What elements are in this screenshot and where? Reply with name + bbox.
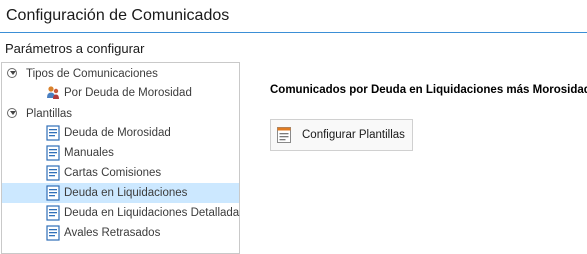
tree-item-label: Manuales xyxy=(64,147,114,159)
params-label: Parámetros a configurar xyxy=(5,41,145,56)
tree-item-label: Cartas Comisiones xyxy=(64,167,162,179)
collapse-icon[interactable] xyxy=(7,108,17,118)
tree-group-tipos[interactable]: Tipos de Comunicaciones xyxy=(2,64,239,84)
tree-group-plantillas[interactable]: Plantillas xyxy=(2,104,239,124)
configure-templates-button[interactable]: Configurar Plantillas xyxy=(270,119,413,151)
tree-item-cartas-comisiones[interactable]: Cartas Comisiones xyxy=(2,163,239,183)
document-icon xyxy=(46,185,60,201)
tree-item-avales-retrasados[interactable]: Avales Retrasados xyxy=(2,223,239,243)
content-heading: Comunicados por Deuda en Liquidaciones m… xyxy=(270,84,587,96)
tree-item-deuda-en-liquidaciones-detallada[interactable]: Deuda en Liquidaciones Detallada xyxy=(2,203,239,223)
document-icon xyxy=(46,165,60,181)
document-icon xyxy=(46,225,60,241)
tree-item-deuda-de-morosidad[interactable]: Deuda de Morosidad xyxy=(2,123,239,143)
document-icon xyxy=(46,205,60,221)
document-icon xyxy=(46,125,60,141)
people-alert-icon xyxy=(47,86,59,99)
params-tree[interactable]: Tipos de Comunicaciones Por Deuda de Mor… xyxy=(1,62,240,254)
template-list-icon xyxy=(277,127,291,143)
tree-group-label: Plantillas xyxy=(26,108,73,120)
tree-item-label: Deuda en Liquidaciones xyxy=(64,187,188,199)
tree-item-label: Deuda en Liquidaciones Detallada xyxy=(64,207,240,219)
tree-item-manuales[interactable]: Manuales xyxy=(2,143,239,163)
tree-item-label: Avales Retrasados xyxy=(64,227,161,239)
window-title-bar: Configuración de Comunicados xyxy=(0,0,587,33)
tree-item-por-deuda-de-morosidad[interactable]: Por Deuda de Morosidad xyxy=(2,83,239,103)
tree-item-deuda-en-liquidaciones[interactable]: Deuda en Liquidaciones xyxy=(2,183,239,203)
window-title: Configuración de Comunicados xyxy=(6,7,230,24)
collapse-icon[interactable] xyxy=(7,68,17,78)
document-icon xyxy=(46,145,60,161)
tree-group-label: Tipos de Comunicaciones xyxy=(26,68,158,80)
tree-item-label: Por Deuda de Morosidad xyxy=(64,87,192,99)
configure-templates-label: Configurar Plantillas xyxy=(302,129,405,141)
tree-item-label: Deuda de Morosidad xyxy=(64,127,171,139)
